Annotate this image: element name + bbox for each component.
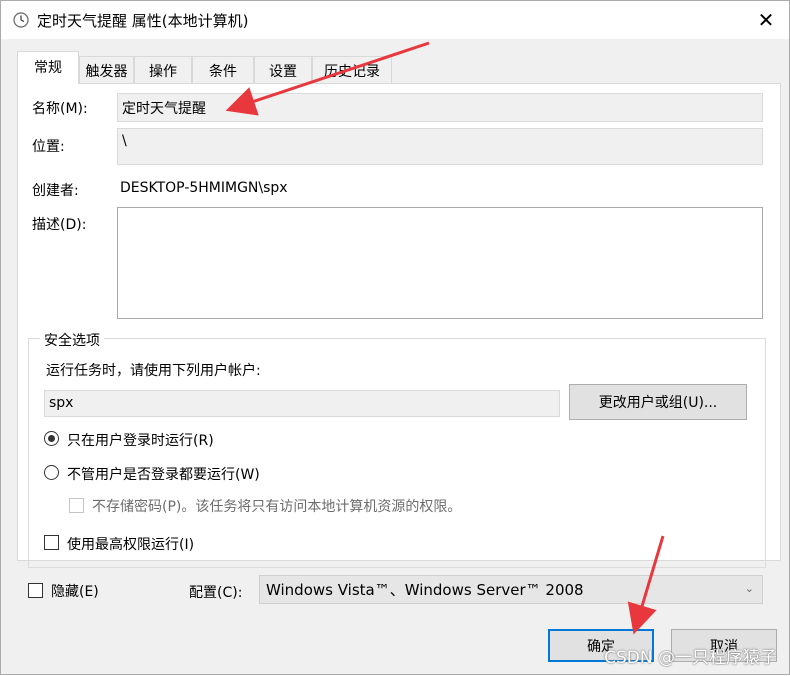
tab-label: 常规 [34,60,62,76]
location-value: \ [122,133,127,149]
change-user-label: 更改用户或组(U)... [598,395,718,411]
run-whether-logged-on-radio[interactable] [44,465,59,480]
close-button[interactable]: ✕ [743,1,789,39]
chevron-down-icon: ⌄ [744,582,754,595]
tab-history[interactable]: 历史记录 [312,56,392,83]
task-properties-dialog: 定时天气提醒 属性(本地计算机) ✕ 常规 触发器 操作 条件 设置 历史记录 … [0,0,790,675]
author-label: 创建者: [32,183,79,199]
description-textarea[interactable] [117,207,763,319]
tab-general[interactable]: 常规 [17,51,79,84]
name-value: 定时天气提醒 [122,101,206,117]
run-only-logged-on-label[interactable]: 只在用户登录时运行(R) [67,430,214,450]
tab-settings[interactable]: 设置 [254,56,312,83]
run-as-prompt: 运行任务时，请使用下列用户帐户: [46,363,261,379]
change-user-button[interactable]: 更改用户或组(U)... [569,384,747,420]
configure-label: 配置(C): [189,585,243,601]
run-whether-logged-on-label[interactable]: 不管用户是否登录都要运行(W) [67,464,260,484]
tab-triggers[interactable]: 触发器 [79,56,134,83]
location-field: \ [117,128,763,165]
tab-label: 设置 [269,64,297,80]
run-highest-privileges-label[interactable]: 使用最高权限运行(I) [67,534,194,554]
description-label: 描述(D): [32,217,87,233]
location-label: 位置: [32,139,65,155]
security-group-title: 安全选项 [40,330,104,350]
general-tab-panel: 名称(M): 定时天气提醒 位置: \ 创建者: DESKTOP-5HMIMGN… [17,83,781,568]
close-icon: ✕ [757,8,775,32]
name-field[interactable]: 定时天气提醒 [117,93,763,122]
author-value: DESKTOP-5HMIMGN\spx [120,180,288,196]
hidden-checkbox[interactable] [28,583,43,598]
configure-value: Windows Vista™、Windows Server™ 2008 [266,581,584,599]
user-account-field: spx [44,390,560,417]
title-bar[interactable]: 定时天气提醒 属性(本地计算机) ✕ [1,1,789,39]
hidden-label[interactable]: 隐藏(E) [51,581,99,601]
name-label: 名称(M): [32,101,88,117]
run-only-logged-on-radio[interactable] [44,431,59,446]
do-not-store-password-label: 不存储密码(P)。该任务将只有访问本地计算机资源的权限。 [92,499,462,515]
tab-label: 触发器 [85,64,128,80]
configure-select[interactable]: Windows Vista™、Windows Server™ 2008 ⌄ [259,575,763,604]
tab-label: 历史记录 [324,64,380,80]
clock-icon [13,12,29,28]
tab-actions[interactable]: 操作 [134,56,192,83]
tab-label: 条件 [209,64,237,80]
window-title: 定时天气提醒 属性(本地计算机) [37,12,249,30]
watermark: CSDN @一只程序猿子 [604,648,777,668]
tab-conditions[interactable]: 条件 [192,56,254,83]
run-highest-privileges-checkbox[interactable] [44,535,59,550]
user-account-value: spx [49,395,74,411]
do-not-store-password-checkbox[interactable] [69,498,84,513]
tab-label: 操作 [149,64,177,80]
